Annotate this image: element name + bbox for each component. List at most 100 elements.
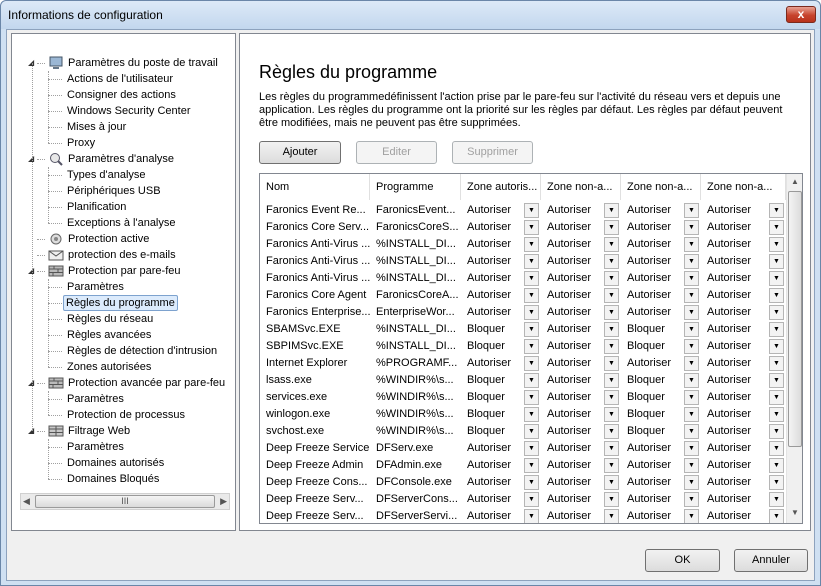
chevron-down-icon[interactable]: ▼ (604, 407, 619, 422)
chevron-down-icon[interactable]: ▼ (684, 203, 699, 218)
zone-action-cell[interactable]: Autoriser (541, 219, 603, 236)
close-icon[interactable]: x (786, 6, 816, 23)
edit-button[interactable]: Editer (356, 141, 437, 164)
zone-action-cell[interactable]: Autoriser (701, 406, 768, 423)
chevron-down-icon[interactable]: ▼ (604, 237, 619, 252)
zone-action-cell[interactable]: Autoriser (461, 440, 523, 457)
chevron-down-icon[interactable]: ▼ (604, 441, 619, 456)
cancel-button[interactable]: Annuler (734, 549, 808, 572)
chevron-down-icon[interactable]: ▼ (769, 288, 784, 303)
chevron-down-icon[interactable]: ▼ (684, 509, 699, 523)
chevron-down-icon[interactable]: ▼ (524, 390, 539, 405)
table-row[interactable]: Faronics Core Agent FaronicsCoreA... Autor… (260, 287, 786, 304)
zone-action-cell[interactable]: Autoriser (701, 440, 768, 457)
zone-action-cell[interactable]: Autoriser (701, 355, 768, 372)
zone-action-cell[interactable]: Autoriser (621, 236, 683, 253)
chevron-down-icon[interactable]: ▼ (524, 237, 539, 252)
zone-action-cell[interactable]: Autoriser (461, 202, 523, 219)
tree-horizontal-scrollbar[interactable]: ◀ III ▶ (20, 493, 230, 510)
zone-action-cell[interactable]: Autoriser (621, 219, 683, 236)
zone-action-cell[interactable]: Bloquer (461, 338, 523, 355)
column-header-6[interactable]: Zone non-a... (701, 174, 786, 200)
zone-action-cell[interactable]: Autoriser (541, 202, 603, 219)
chevron-down-icon[interactable]: ▼ (604, 220, 619, 235)
chevron-down-icon[interactable]: ▼ (604, 424, 619, 439)
chevron-down-icon[interactable]: ▼ (769, 322, 784, 337)
chevron-down-icon[interactable]: ▼ (524, 373, 539, 388)
chevron-down-icon[interactable]: ▼ (604, 254, 619, 269)
zone-action-cell[interactable]: Autoriser (621, 287, 683, 304)
zone-action-cell[interactable]: Autoriser (621, 491, 683, 508)
zone-action-cell[interactable]: Bloquer (461, 406, 523, 423)
zone-action-cell[interactable]: Autoriser (461, 355, 523, 372)
zone-action-cell[interactable]: Bloquer (461, 423, 523, 440)
zone-action-cell[interactable]: Autoriser (461, 457, 523, 474)
zone-action-cell[interactable]: Autoriser (541, 304, 603, 321)
zone-action-cell[interactable]: Autoriser (461, 219, 523, 236)
zone-action-cell[interactable]: Autoriser (701, 236, 768, 253)
zone-action-cell[interactable]: Bloquer (621, 372, 683, 389)
chevron-down-icon[interactable]: ▼ (684, 458, 699, 473)
zone-action-cell[interactable]: Autoriser (621, 474, 683, 491)
chevron-down-icon[interactable]: ▼ (604, 509, 619, 523)
table-row[interactable]: Faronics Core Serv... FaronicsCoreS... Aut… (260, 219, 786, 236)
zone-action-cell[interactable]: Autoriser (621, 440, 683, 457)
zone-action-cell[interactable]: Autoriser (541, 287, 603, 304)
table-row[interactable]: Deep Freeze Cons... DFConsole.exe Autorise… (260, 474, 786, 491)
table-vertical-scrollbar[interactable]: ▲ ▼ (786, 174, 802, 523)
zone-action-cell[interactable]: Autoriser (701, 202, 768, 219)
zone-action-cell[interactable]: Autoriser (461, 287, 523, 304)
zone-action-cell[interactable]: Autoriser (541, 491, 603, 508)
chevron-down-icon[interactable]: ▼ (684, 288, 699, 303)
zone-action-cell[interactable]: Autoriser (701, 253, 768, 270)
ok-button[interactable]: OK (645, 549, 720, 572)
chevron-down-icon[interactable]: ▼ (769, 390, 784, 405)
zone-action-cell[interactable]: Autoriser (701, 491, 768, 508)
chevron-down-icon[interactable]: ▼ (524, 271, 539, 286)
zone-action-cell[interactable]: Bloquer (621, 338, 683, 355)
zone-action-cell[interactable]: Autoriser (541, 270, 603, 287)
zone-action-cell[interactable]: Autoriser (701, 338, 768, 355)
chevron-down-icon[interactable]: ▼ (524, 441, 539, 456)
zone-action-cell[interactable]: Autoriser (621, 457, 683, 474)
table-row[interactable]: winlogon.exe %WINDIR%\s... Bloquer ▼ Autoris… (260, 406, 786, 423)
zone-action-cell[interactable]: Autoriser (541, 372, 603, 389)
scroll-thumb[interactable]: III (35, 495, 215, 508)
chevron-down-icon[interactable]: ▼ (604, 458, 619, 473)
zone-action-cell[interactable]: Autoriser (701, 474, 768, 491)
table-row[interactable]: Faronics Anti-Virus ... %INSTALL_DI... Aut… (260, 253, 786, 270)
chevron-down-icon[interactable]: ▼ (604, 492, 619, 507)
chevron-down-icon[interactable]: ▼ (769, 475, 784, 490)
delete-button[interactable]: Supprimer (452, 141, 533, 164)
scroll-thumb[interactable] (788, 191, 802, 447)
zone-action-cell[interactable]: Bloquer (461, 372, 523, 389)
table-row[interactable]: Deep Freeze Admin DFAdmin.exe Autoriser ▼ Au… (260, 457, 786, 474)
zone-action-cell[interactable]: Autoriser (701, 321, 768, 338)
chevron-down-icon[interactable]: ▼ (769, 356, 784, 371)
table-row[interactable]: Faronics Event Re... FaronicsEvent... Auto… (260, 202, 786, 219)
chevron-down-icon[interactable]: ▼ (524, 339, 539, 354)
chevron-down-icon[interactable]: ▼ (684, 441, 699, 456)
zone-action-cell[interactable]: Autoriser (701, 423, 768, 440)
table-row[interactable]: Faronics Anti-Virus ... %INSTALL_DI... Aut… (260, 236, 786, 253)
chevron-down-icon[interactable]: ▼ (524, 458, 539, 473)
chevron-down-icon[interactable]: ▼ (684, 424, 699, 439)
zone-action-cell[interactable]: Autoriser (541, 321, 603, 338)
zone-action-cell[interactable]: Autoriser (701, 389, 768, 406)
zone-action-cell[interactable]: Autoriser (541, 508, 603, 523)
zone-action-cell[interactable]: Autoriser (541, 474, 603, 491)
zone-action-cell[interactable]: Autoriser (621, 202, 683, 219)
chevron-down-icon[interactable]: ▼ (769, 220, 784, 235)
zone-action-cell[interactable]: Autoriser (541, 389, 603, 406)
zone-action-cell[interactable]: Autoriser (541, 440, 603, 457)
chevron-down-icon[interactable]: ▼ (684, 475, 699, 490)
chevron-down-icon[interactable]: ▼ (524, 305, 539, 320)
chevron-down-icon[interactable]: ▼ (684, 373, 699, 388)
zone-action-cell[interactable]: Autoriser (701, 372, 768, 389)
add-button[interactable]: Ajouter (259, 141, 341, 164)
chevron-down-icon[interactable]: ▼ (524, 203, 539, 218)
chevron-down-icon[interactable]: ▼ (524, 492, 539, 507)
zone-action-cell[interactable]: Autoriser (461, 304, 523, 321)
chevron-down-icon[interactable]: ▼ (604, 373, 619, 388)
scroll-left-icon[interactable]: ◀ (23, 496, 30, 507)
